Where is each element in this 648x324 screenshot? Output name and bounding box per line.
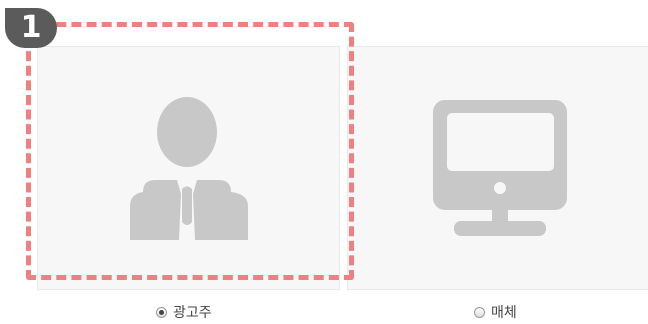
radio-option-advertiser[interactable]: 광고주	[156, 302, 212, 322]
radio-advertiser[interactable]	[156, 306, 167, 318]
radio-media[interactable]	[474, 306, 485, 318]
person-icon	[130, 97, 248, 240]
step-badge: 1	[5, 8, 57, 48]
radio-label-media: 매체	[491, 305, 517, 321]
monitor-icon	[433, 100, 567, 236]
radio-label-advertiser: 광고주	[173, 305, 212, 321]
radio-option-media[interactable]: 매체	[474, 302, 517, 322]
